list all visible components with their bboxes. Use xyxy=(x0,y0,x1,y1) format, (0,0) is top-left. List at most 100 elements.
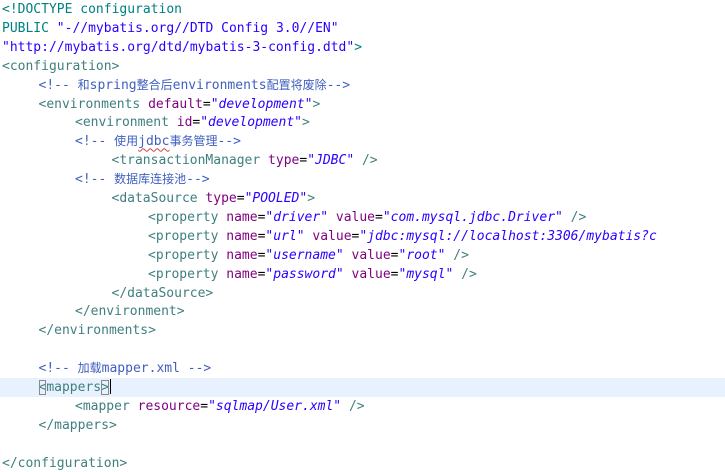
code-line[interactable]: <mapper resource="sqlmap/User.xml" /> xyxy=(0,397,725,416)
code-line[interactable]: <environment id="development"> xyxy=(0,113,725,132)
code-line[interactable]: "http://mybatis.org/dtd/mybatis-3-config… xyxy=(0,38,725,57)
xml-tag-token: </environment> xyxy=(75,304,185,320)
code-line[interactable] xyxy=(0,435,725,454)
attribute-value-token: "development" xyxy=(210,96,313,112)
comment-token: 配置将废除 xyxy=(266,77,327,92)
doctype-token: PUBLIC xyxy=(2,20,57,36)
comment-token: <!-- xyxy=(38,361,78,377)
attribute-value-token: "password" xyxy=(265,266,344,282)
text-caret xyxy=(109,379,111,394)
punctuation-token: = xyxy=(236,191,245,206)
attribute-value-token: "sqlmap/User.xml" xyxy=(208,398,342,414)
attribute-value-token: "com.mysql.jdbc.Driver" xyxy=(382,209,563,225)
comment-token: 使用 xyxy=(114,134,139,149)
code-line[interactable] xyxy=(0,340,725,359)
xml-tag-token: /> xyxy=(453,266,477,282)
attribute-value-token: "development" xyxy=(200,115,302,131)
xml-tag-token: <dataSource xyxy=(111,191,206,206)
code-line[interactable]: <property name="driver" value="com.mysql… xyxy=(0,208,725,227)
comment-token: <!-- xyxy=(75,134,115,150)
punctuation-token xyxy=(328,210,336,225)
xml-tag-token: /> xyxy=(354,153,378,169)
comment-token: 数据库连接池 xyxy=(114,172,187,187)
xml-tag-token: > xyxy=(301,115,310,131)
attribute-name-token: value xyxy=(351,247,391,263)
code-line[interactable]: <!-- 数据库连接池--> xyxy=(0,170,725,189)
punctuation-token xyxy=(344,267,352,282)
comment-token: 加载 xyxy=(77,361,102,376)
doctype-token: > xyxy=(354,39,363,55)
attribute-name-token: name xyxy=(226,266,258,282)
punctuation-token: = xyxy=(375,209,383,225)
punctuation-token xyxy=(344,248,352,263)
xml-code-editor[interactable]: <!DOCTYPE configuration PUBLIC "-//mybati… xyxy=(0,0,725,472)
attribute-name-token: value xyxy=(335,209,376,225)
xml-tag-token: <mapper xyxy=(75,398,138,414)
comment-token: mapper.xml --> xyxy=(101,361,212,377)
comment-token: --> xyxy=(326,77,351,93)
punctuation-token: = xyxy=(299,153,308,169)
xml-tag-token: <property xyxy=(148,228,227,244)
xml-tag-token: <environments xyxy=(38,96,149,112)
attribute-value-token: "driver" xyxy=(265,209,329,225)
attribute-name-token: type xyxy=(268,153,300,169)
attribute-name-token: default xyxy=(148,96,203,112)
code-line[interactable]: </environments> xyxy=(0,321,725,340)
code-line[interactable]: <!-- 使用jdbc事务管理--> xyxy=(0,132,725,151)
code-line[interactable]: </environment> xyxy=(0,302,725,321)
comment-token: spring xyxy=(89,77,137,93)
comment-token: <!-- xyxy=(38,77,78,93)
code-line[interactable]: <!-- 和spring整合后environments配置将废除--> xyxy=(0,76,725,95)
attribute-name-token: value xyxy=(312,228,352,244)
code-line[interactable]: <property name="username" value="root" /… xyxy=(0,246,725,265)
xml-tag-token: <configuration> xyxy=(2,58,120,74)
punctuation-token: = xyxy=(202,96,211,112)
code-line[interactable]: <dataSource type="POOLED"> xyxy=(0,189,725,208)
code-line[interactable]: </mappers> xyxy=(0,416,725,435)
xml-tag-token: <property xyxy=(148,266,227,282)
code-line[interactable]: PUBLIC "-//mybatis.org//DTD Config 3.0//… xyxy=(0,19,725,38)
xml-tag-token: </mappers> xyxy=(38,417,117,433)
code-line[interactable]: <!-- 加载mapper.xml --> xyxy=(0,359,725,378)
attribute-value-token: "JDBC" xyxy=(307,153,355,169)
attribute-name-token: resource xyxy=(137,398,201,414)
code-line[interactable]: <environments default="development"> xyxy=(0,95,725,114)
xml-tag-token: <property xyxy=(148,247,227,263)
xml-tag-token: </configuration> xyxy=(2,455,128,471)
punctuation-token: = xyxy=(390,266,399,282)
comment-token: 事务管理 xyxy=(169,134,218,149)
code-line[interactable]: </dataSource> xyxy=(0,284,725,303)
xml-tag-token: /> xyxy=(341,398,365,414)
attribute-name-token: name xyxy=(226,228,258,244)
code-line[interactable]: <property name="password" value="mysql" … xyxy=(0,265,725,284)
string-value-token: "-//mybatis.org//DTD Config 3.0//EN" xyxy=(56,20,339,36)
xml-tag-token: <environment xyxy=(75,115,177,131)
xml-tag-token: > xyxy=(307,191,316,206)
attribute-value-token: "username" xyxy=(265,247,344,263)
comment-token: --> xyxy=(186,172,210,188)
attribute-name-token: type xyxy=(205,191,237,206)
comment-token: 和 xyxy=(77,77,90,92)
xml-tag-token: <transactionManager xyxy=(111,153,269,169)
attribute-value-token: "POOLED" xyxy=(244,191,308,206)
code-line[interactable]: <configuration> xyxy=(0,57,725,76)
code-line[interactable]: <property name="url" value="jdbc:mysql:/… xyxy=(0,227,725,246)
comment-token: 整合后 xyxy=(136,77,173,92)
xml-tag-token: <property xyxy=(148,209,227,225)
code-line[interactable]: </configuration> xyxy=(0,454,725,472)
attribute-value-token: "jdbc:mysql://localhost:3306/mybatis?c xyxy=(359,228,657,244)
attribute-name-token: id xyxy=(176,115,193,131)
matching-bracket: > xyxy=(101,380,109,395)
xml-tag-token: </environments> xyxy=(38,323,156,339)
attribute-value-token: "root" xyxy=(398,247,446,263)
comment-token: environments xyxy=(172,77,267,93)
misspelled-word-token: jdbc xyxy=(138,134,170,150)
xml-tag-token: /> xyxy=(562,209,587,225)
punctuation-token: = xyxy=(200,398,209,414)
code-line[interactable]: <transactionManager type="JDBC" /> xyxy=(0,151,725,170)
current-code-line[interactable]: <mappers> xyxy=(0,378,725,397)
code-line[interactable]: <!DOCTYPE configuration xyxy=(0,0,725,19)
attribute-name-token: value xyxy=(351,266,391,282)
xml-tag-token: mappers xyxy=(46,380,102,395)
punctuation-token: = xyxy=(390,247,399,263)
